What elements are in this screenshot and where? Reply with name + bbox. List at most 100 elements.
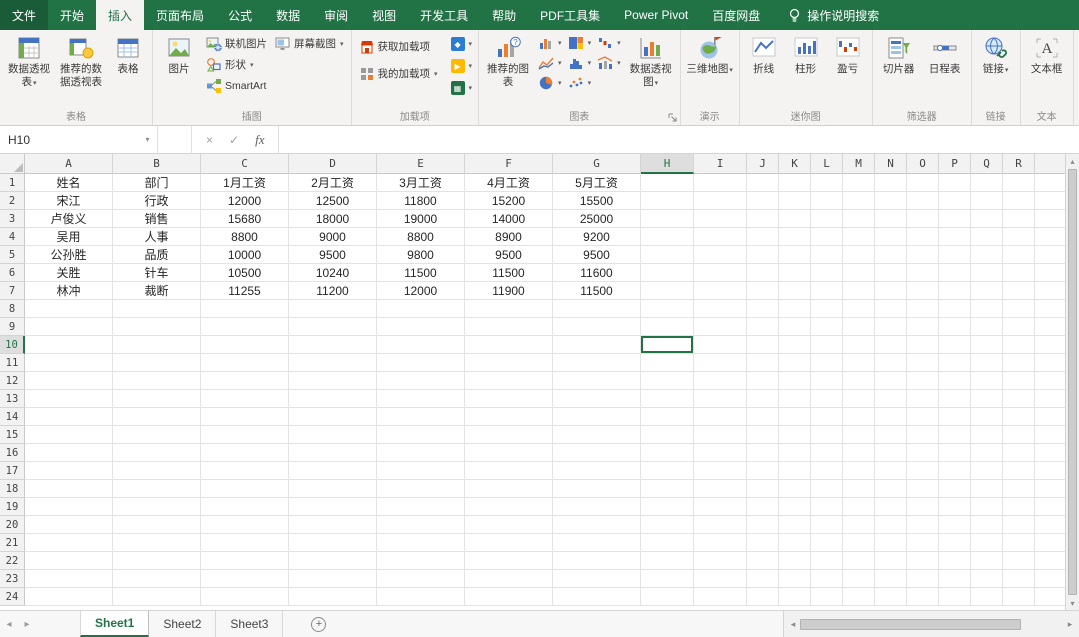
cell-O19[interactable] xyxy=(907,498,939,516)
cell-P7[interactable] xyxy=(939,282,971,300)
cell-J24[interactable] xyxy=(747,588,779,606)
cell-I23[interactable] xyxy=(694,570,747,588)
cell-F14[interactable] xyxy=(465,408,553,426)
row-header-21[interactable]: 21 xyxy=(0,534,25,552)
link-button[interactable]: 链接▾ xyxy=(975,31,1017,76)
cell-I4[interactable] xyxy=(694,228,747,246)
cell-O5[interactable] xyxy=(907,246,939,264)
cell-Q13[interactable] xyxy=(971,390,1003,408)
row-header-17[interactable]: 17 xyxy=(0,462,25,480)
cell-A10[interactable] xyxy=(25,336,113,354)
cell-J19[interactable] xyxy=(747,498,779,516)
cell-J18[interactable] xyxy=(747,480,779,498)
cell-J2[interactable] xyxy=(747,192,779,210)
cell-N10[interactable] xyxy=(875,336,907,354)
column-header-H[interactable]: H xyxy=(641,154,694,174)
column-header-D[interactable]: D xyxy=(289,154,377,174)
cell-D8[interactable] xyxy=(289,300,377,318)
cell-H2[interactable] xyxy=(641,192,694,210)
cell-M21[interactable] xyxy=(843,534,875,552)
cell-K17[interactable] xyxy=(779,462,811,480)
cell-I3[interactable] xyxy=(694,210,747,228)
cell-I20[interactable] xyxy=(694,516,747,534)
column-header-O[interactable]: O xyxy=(907,154,939,174)
sparkline-line-button[interactable]: 折线 xyxy=(743,31,785,76)
cell-H5[interactable] xyxy=(641,246,694,264)
cell-J5[interactable] xyxy=(747,246,779,264)
cell-O17[interactable] xyxy=(907,462,939,480)
cell-K23[interactable] xyxy=(779,570,811,588)
cell-R9[interactable] xyxy=(1003,318,1035,336)
addin-quick-blue-button[interactable]: ◆ ▾ xyxy=(448,33,476,55)
horizontal-scroll-track[interactable] xyxy=(800,617,1063,632)
cell-J8[interactable] xyxy=(747,300,779,318)
cell-K8[interactable] xyxy=(779,300,811,318)
cell-O6[interactable] xyxy=(907,264,939,282)
sheet-nav-right-icon[interactable]: ▸ xyxy=(18,611,36,637)
cell-M17[interactable] xyxy=(843,462,875,480)
cell-H21[interactable] xyxy=(641,534,694,552)
cell-E13[interactable] xyxy=(377,390,465,408)
cell-E20[interactable] xyxy=(377,516,465,534)
cell-F16[interactable] xyxy=(465,444,553,462)
vertical-scrollbar[interactable]: ▴ ▾ xyxy=(1065,154,1079,610)
cell-O24[interactable] xyxy=(907,588,939,606)
row-header-15[interactable]: 15 xyxy=(0,426,25,444)
cell-H14[interactable] xyxy=(641,408,694,426)
column-header-G[interactable]: G xyxy=(553,154,641,174)
cell-B13[interactable] xyxy=(113,390,201,408)
vertical-scroll-thumb[interactable] xyxy=(1068,169,1077,595)
cell-G23[interactable] xyxy=(553,570,641,588)
cell-P17[interactable] xyxy=(939,462,971,480)
cell-G10[interactable] xyxy=(553,336,641,354)
cell-A3[interactable]: 卢俊义 xyxy=(25,210,113,228)
cell-K18[interactable] xyxy=(779,480,811,498)
row-header-14[interactable]: 14 xyxy=(0,408,25,426)
cell-E17[interactable] xyxy=(377,462,465,480)
sheet-tab-sheet1[interactable]: Sheet1 xyxy=(80,611,150,637)
cell-F2[interactable]: 15200 xyxy=(465,192,553,210)
cell-E22[interactable] xyxy=(377,552,465,570)
cell-J13[interactable] xyxy=(747,390,779,408)
cell-D2[interactable]: 12500 xyxy=(289,192,377,210)
cell-Q23[interactable] xyxy=(971,570,1003,588)
cell-R24[interactable] xyxy=(1003,588,1035,606)
cell-E18[interactable] xyxy=(377,480,465,498)
cell-P16[interactable] xyxy=(939,444,971,462)
cell-E7[interactable]: 12000 xyxy=(377,282,465,300)
cell-J17[interactable] xyxy=(747,462,779,480)
cell-G7[interactable]: 11500 xyxy=(553,282,641,300)
cell-Q5[interactable] xyxy=(971,246,1003,264)
menu-tab-页面布局[interactable]: 页面布局 xyxy=(144,0,216,30)
menu-tab-pdf工具集[interactable]: PDF工具集 xyxy=(528,0,612,30)
cell-K5[interactable] xyxy=(779,246,811,264)
cell-D12[interactable] xyxy=(289,372,377,390)
cell-B6[interactable]: 针车 xyxy=(113,264,201,282)
cancel-entry-icon[interactable]: × xyxy=(206,133,213,147)
cell-G4[interactable]: 9200 xyxy=(553,228,641,246)
cell-E21[interactable] xyxy=(377,534,465,552)
cell-E19[interactable] xyxy=(377,498,465,516)
insert-hierarchy-chart-button[interactable]: ▾ xyxy=(566,33,594,53)
cell-M10[interactable] xyxy=(843,336,875,354)
cell-N5[interactable] xyxy=(875,246,907,264)
cell-M22[interactable] xyxy=(843,552,875,570)
cell-G17[interactable] xyxy=(553,462,641,480)
cell-M24[interactable] xyxy=(843,588,875,606)
cell-P18[interactable] xyxy=(939,480,971,498)
cell-O9[interactable] xyxy=(907,318,939,336)
insert-statistic-chart-button[interactable]: ▾ xyxy=(566,53,594,73)
cell-B14[interactable] xyxy=(113,408,201,426)
row-header-10[interactable]: 10 xyxy=(0,336,25,354)
pivottable-button[interactable]: 数据透视表▾ xyxy=(3,31,55,88)
row-header-23[interactable]: 23 xyxy=(0,570,25,588)
cell-M4[interactable] xyxy=(843,228,875,246)
cell-L14[interactable] xyxy=(811,408,843,426)
cell-N3[interactable] xyxy=(875,210,907,228)
cell-A1[interactable]: 姓名 xyxy=(25,174,113,192)
column-header-I[interactable]: I xyxy=(694,154,747,174)
table-button[interactable]: 表格 xyxy=(107,31,149,76)
cell-C9[interactable] xyxy=(201,318,289,336)
cell-B9[interactable] xyxy=(113,318,201,336)
cell-C23[interactable] xyxy=(201,570,289,588)
